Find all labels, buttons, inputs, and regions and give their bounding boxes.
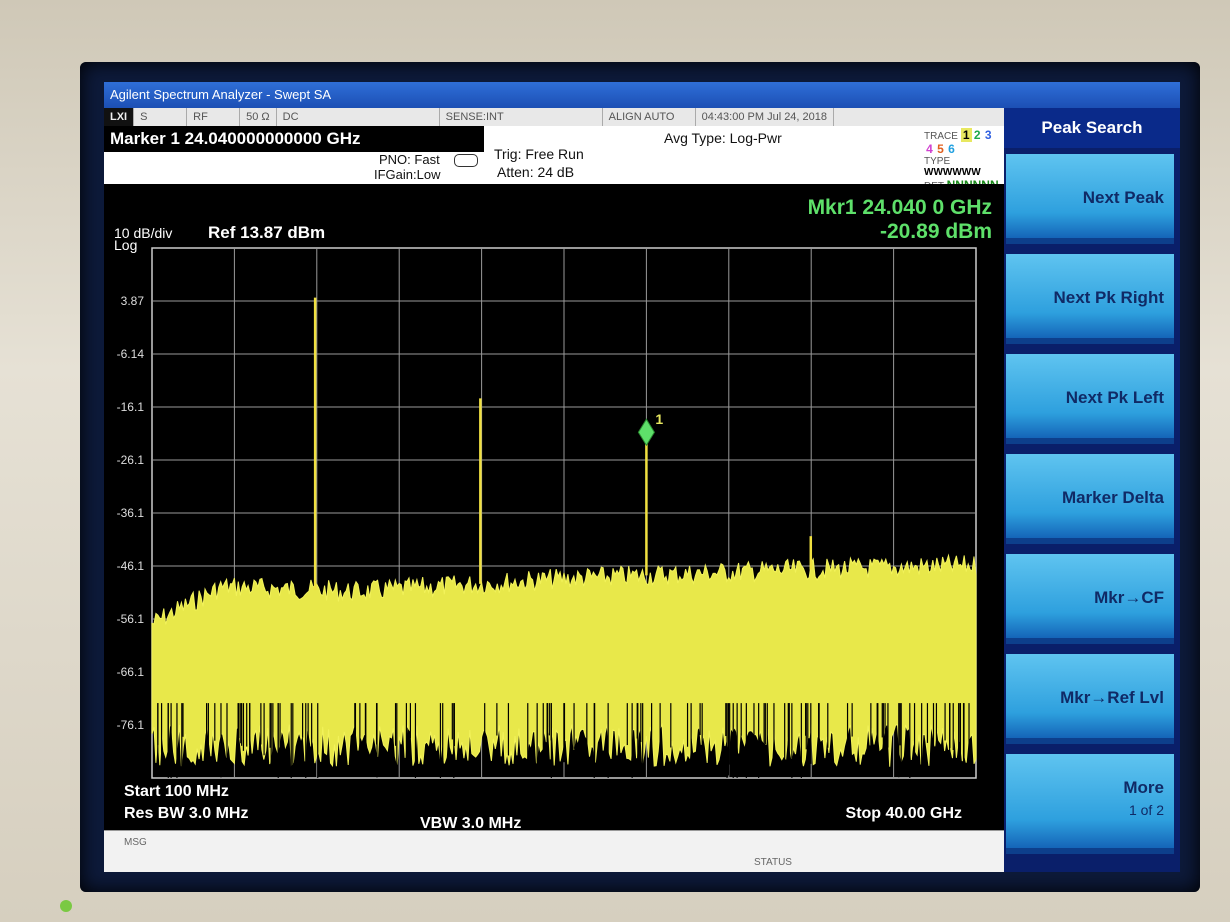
marker-number: 1	[655, 411, 663, 427]
trace-3: 3	[984, 128, 992, 142]
more-page-label: 1 of 2	[1128, 802, 1164, 818]
y-tick-label: -76.1	[117, 718, 145, 732]
pno-toggle-icon	[454, 154, 478, 167]
mkr-ref-lvl-label: Mkr→Ref Lvl	[1060, 688, 1164, 707]
ref-level-label: Ref 13.87 dBm	[208, 223, 325, 242]
analyzer-window: Agilent Spectrum Analyzer - Swept SA LXI…	[104, 82, 1180, 872]
next-pk-right-label: Next Pk Right	[1053, 288, 1164, 307]
trace-1: 1	[960, 128, 972, 142]
lxi-indicator: LXI	[104, 108, 135, 126]
spectrum-plot[interactable]: 3.87 -6.14 -16.1 -26.1 -36.1 -46.1 -56.1 -66.1 -…	[104, 184, 1004, 872]
status-align: ALIGN AUTO	[603, 108, 696, 126]
mkr-ref-lvl-button[interactable]: Mkr→Ref Lvl	[1006, 654, 1174, 744]
msg-label: MSG	[124, 837, 147, 848]
next-pk-left-label: Next Pk Left	[1065, 388, 1164, 407]
status-coupling: DC	[277, 108, 440, 126]
more-label: More	[1123, 778, 1164, 797]
ifgain-label: IFGain:Low	[374, 167, 441, 182]
more-button[interactable]: More 1 of 2	[1006, 754, 1174, 854]
y-tick-label: -36.1	[117, 506, 145, 520]
y-tick-label: 3.87	[121, 294, 145, 308]
status-sense: SENSE:INT	[440, 108, 603, 126]
mkr-cf-label: Mkr→CF	[1094, 588, 1164, 607]
power-led	[60, 900, 72, 912]
measurement-info-bar: Marker 1 24.040000000000 GHz PNO: Fast I…	[104, 126, 1004, 192]
type-label: TYPE	[924, 156, 951, 167]
atten-label: Atten: 24 dB	[497, 164, 575, 180]
marker-frequency-readout: Mkr1 24.040 0 GHz	[808, 196, 992, 219]
status-s: S	[134, 108, 188, 126]
trace-2: 2	[973, 128, 981, 142]
trace-indicator: TRACE 123456 TYPE WWWWWW DET NNNNNN	[924, 128, 1000, 192]
softkey-panel: Peak Search Next Peak Next Pk Right Next…	[1004, 108, 1180, 872]
start-frequency-label: Start 100 MHz	[124, 783, 229, 800]
marker-amplitude-readout: -20.89 dBm	[880, 220, 992, 243]
trace-label: TRACE	[924, 131, 958, 142]
stop-frequency-label: Stop 40.00 GHz	[846, 805, 962, 822]
mkr-cf-button[interactable]: Mkr→CF	[1006, 554, 1174, 644]
softkey-menu-title: Peak Search	[1004, 108, 1180, 148]
trace-4: 4	[926, 142, 933, 156]
y-tick-label: -6.14	[117, 347, 145, 361]
res-bw-label: Res BW 3.0 MHz	[124, 805, 248, 822]
message-bar: MSG STATUS	[104, 830, 1004, 872]
status-rf: RF	[187, 108, 241, 126]
y-tick-label: -16.1	[117, 400, 145, 414]
y-tick-label: -26.1	[117, 453, 145, 467]
trace-6: 6	[948, 142, 955, 156]
type-value: WWWWWW	[924, 167, 981, 178]
y-tick-label: -56.1	[117, 612, 145, 626]
next-pk-left-button[interactable]: Next Pk Left	[1006, 354, 1174, 444]
window-title: Agilent Spectrum Analyzer - Swept SA	[104, 82, 1180, 108]
marker-title[interactable]: Marker 1 24.040000000000 GHz	[104, 126, 484, 152]
log-label: Log	[114, 237, 137, 253]
status-label: STATUS	[754, 857, 792, 868]
status-datetime: 04:43:00 PM Jul 24, 2018	[696, 108, 835, 126]
status-row: LXI S RF 50 Ω DC SENSE:INT ALIGN AUTO 04…	[104, 108, 1004, 126]
plot-area: 3.87 -6.14 -16.1 -26.1 -36.1 -46.1 -56.1 -66.1 -…	[104, 184, 1004, 872]
next-peak-button[interactable]: Next Peak	[1006, 154, 1174, 244]
trig-label: Trig: Free Run	[494, 146, 584, 162]
next-pk-right-button[interactable]: Next Pk Right	[1006, 254, 1174, 344]
y-tick-label: -66.1	[117, 665, 145, 679]
marker-delta-label: Marker Delta	[1061, 488, 1164, 507]
trace-5: 5	[937, 142, 944, 156]
next-peak-label: Next Peak	[1082, 188, 1164, 207]
y-tick-label: -46.1	[117, 559, 145, 573]
avg-type-label: Avg Type: Log-Pwr	[664, 130, 782, 146]
status-impedance: 50 Ω	[240, 108, 277, 126]
pno-label: PNO: Fast	[379, 152, 440, 167]
marker-delta-button[interactable]: Marker Delta	[1006, 454, 1174, 544]
